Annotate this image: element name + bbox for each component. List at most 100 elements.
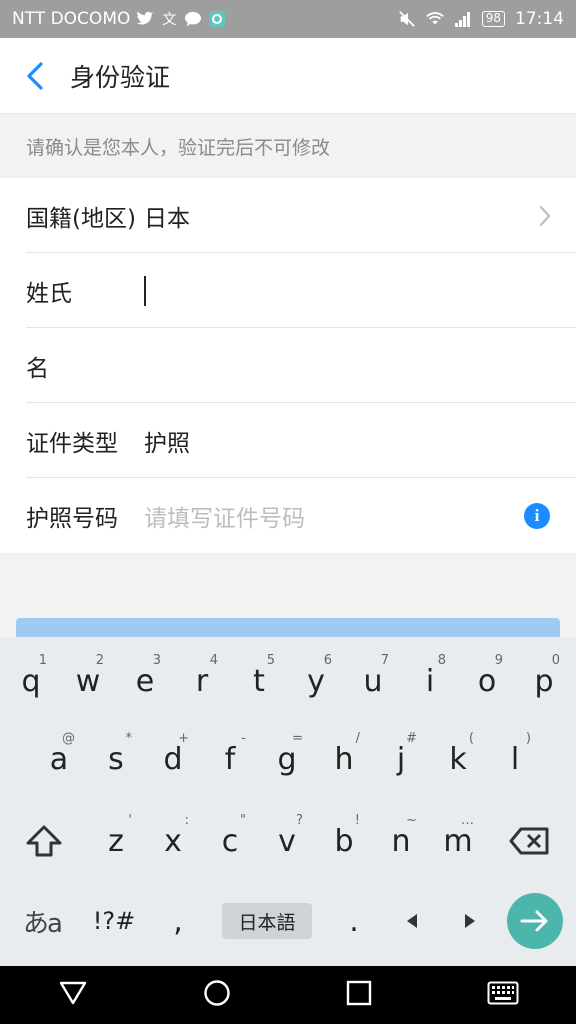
back-nav-button[interactable] (58, 980, 88, 1010)
key-a[interactable]: @ a (31, 721, 87, 797)
key-v[interactable]: ? v (259, 803, 315, 879)
key-q[interactable]: 1q (3, 643, 59, 719)
text-cursor (144, 275, 146, 306)
comma-key[interactable]: , (150, 883, 206, 959)
given-name-row[interactable]: 名 (0, 328, 576, 403)
sync-app-icon (208, 10, 226, 28)
key-label: y (307, 663, 325, 699)
key-j[interactable]: # j (373, 721, 429, 797)
keyboard-icon (487, 981, 518, 1005)
key-label: b (334, 823, 354, 859)
key-hint: # (406, 731, 417, 746)
key-hint: 6 (323, 653, 332, 668)
key-g[interactable]: = g (259, 721, 315, 797)
key-y[interactable]: 6y (288, 643, 344, 719)
info-icon[interactable]: i (524, 503, 550, 529)
key-label: p (534, 663, 554, 699)
key-label: x (164, 823, 182, 859)
backspace-key[interactable] (500, 803, 560, 879)
carrier-label: NTT DOCOMO (12, 9, 131, 29)
key-label: i (425, 663, 435, 699)
key-t[interactable]: 5t (231, 643, 287, 719)
key-hint: 0 (551, 653, 560, 668)
verification-notice: 请确认是您本人，验证完后不可修改 (0, 114, 576, 178)
signal-icon (454, 10, 472, 28)
key-z[interactable]: ' z (88, 803, 144, 879)
arrow-right-icon (520, 910, 548, 932)
key-label: s (108, 741, 124, 777)
keyboard-row-1: 1q2w3e4r5t6y7u8i9o0p (0, 643, 576, 719)
keyboard-row-2: @ a * s + d - f = g / h # j(k) l (0, 721, 576, 797)
keyboard-row-3: ' z: x " c? v! b ~ n… m (0, 803, 576, 879)
chat-bubble-icon (184, 10, 202, 28)
key-w[interactable]: 2w (60, 643, 116, 719)
key-hint: ' (128, 813, 132, 828)
id-type-row[interactable]: 证件类型 护照 (0, 403, 576, 478)
passport-row[interactable]: 护照号码 请填写证件号码 i (0, 478, 576, 553)
symbols-key[interactable]: !?# (86, 883, 142, 959)
system-nav-bar (0, 966, 576, 1024)
key-o[interactable]: 9o (459, 643, 515, 719)
language-switch-label: あa (23, 908, 63, 939)
key-d[interactable]: + d (145, 721, 201, 797)
key-p[interactable]: 0p (516, 643, 572, 719)
key-hint: 3 (152, 653, 161, 668)
backspace-icon (509, 827, 549, 855)
square-recents-icon (346, 980, 371, 1006)
key-c[interactable]: " c (202, 803, 258, 879)
shift-key[interactable] (16, 803, 72, 879)
key-f[interactable]: -f (202, 721, 258, 797)
space-label: 日本語 (238, 911, 296, 934)
key-label: g (277, 741, 297, 777)
surname-input[interactable] (144, 275, 576, 306)
triangle-right-icon (465, 914, 475, 928)
app-bar: 身份验证 (0, 38, 576, 114)
key-k[interactable]: (k (430, 721, 486, 797)
key-hint: @ (62, 731, 75, 746)
key-label: d (163, 741, 183, 777)
key-hint: ) (525, 731, 531, 746)
nationality-label: 国籍(地区) (26, 205, 136, 232)
passport-number-input[interactable]: 请填写证件号码 (144, 499, 576, 533)
period-key[interactable]: . (326, 883, 382, 959)
symbols-label: !?# (92, 907, 136, 935)
back-button[interactable] (0, 38, 70, 114)
home-nav-button[interactable] (203, 979, 231, 1011)
key-hint: 4 (209, 653, 218, 668)
key-e[interactable]: 3e (117, 643, 173, 719)
key-l[interactable]: ) l (487, 721, 543, 797)
key-hint: ~ (406, 813, 417, 828)
key-r[interactable]: 4r (174, 643, 230, 719)
mute-icon (398, 10, 416, 28)
key-hint: * (125, 731, 133, 746)
nationality-row[interactable]: 国籍(地区) 日本 (0, 178, 576, 253)
key-s[interactable]: * s (88, 721, 144, 797)
key-label: e (135, 663, 155, 699)
key-hint: ( (468, 731, 474, 746)
enter-key[interactable] (507, 893, 563, 949)
key-n[interactable]: ~ n (373, 803, 429, 879)
passport-label: 护照号码 (26, 505, 118, 532)
cursor-left-key[interactable] (384, 883, 440, 959)
status-bar: NTT DOCOMO 文 98 17:14 (0, 0, 576, 38)
twitter-icon (136, 10, 154, 28)
key-hint: - (241, 731, 246, 746)
language-switch-key[interactable]: あa (14, 883, 70, 959)
key-m[interactable]: … m (430, 803, 486, 879)
key-x[interactable]: :x (145, 803, 201, 879)
recents-nav-button[interactable] (346, 980, 372, 1010)
key-i[interactable]: 8i (402, 643, 458, 719)
key-label: k (449, 741, 467, 777)
key-label: v (278, 823, 296, 859)
keyboard-toggle-button[interactable] (487, 981, 519, 1009)
key-h[interactable]: / h (316, 721, 372, 797)
space-key[interactable]: 日本語 (222, 903, 312, 939)
clock: 17:14 (515, 9, 564, 29)
key-label: c (221, 823, 239, 859)
surname-row[interactable]: 姓氏 (0, 253, 576, 328)
key-label: h (334, 741, 354, 777)
key-b[interactable]: ! b (316, 803, 372, 879)
cursor-right-key[interactable] (442, 883, 498, 959)
key-label: o (477, 663, 497, 699)
key-u[interactable]: 7u (345, 643, 401, 719)
